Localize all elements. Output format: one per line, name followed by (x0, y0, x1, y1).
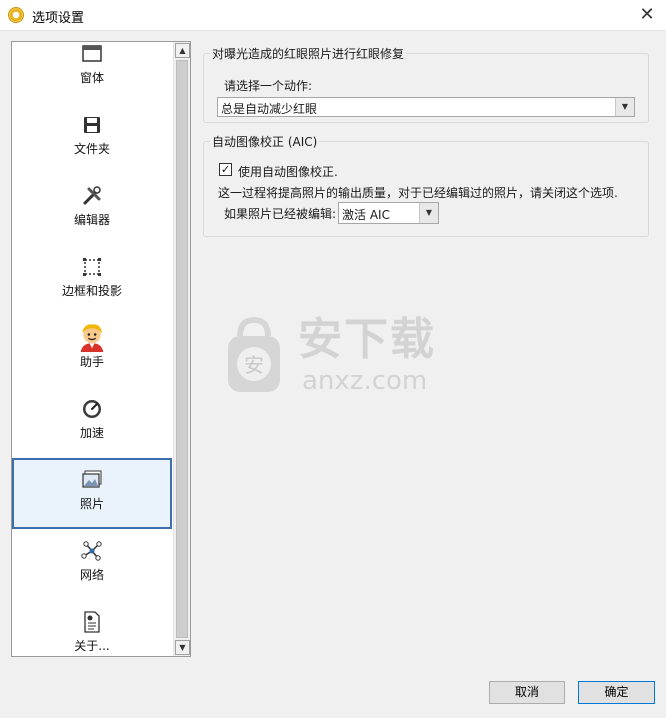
scroll-up-button[interactable]: ▲ (175, 43, 190, 58)
nav-label: 编辑器 (73, 213, 110, 227)
nav-item-folder[interactable]: 文件夹 (12, 103, 172, 174)
assistant-avatar-icon (80, 324, 104, 352)
title-bar: 选项设置 ✕ (0, 0, 666, 31)
nav-label: 边框和投影 (61, 284, 122, 298)
speedometer-icon (83, 400, 101, 418)
ok-button[interactable]: 确定 (578, 681, 655, 704)
redeye-action-select[interactable]: 总是自动减少红眼 ▼ (217, 97, 635, 117)
shield-char: 安 (244, 353, 264, 377)
aic-group-title: 自动图像校正 (AIC) (210, 133, 320, 150)
window-title: 选项设置 (32, 11, 85, 26)
nav-item-assistant[interactable]: 助手 (12, 316, 172, 387)
scroll-down-button[interactable]: ▼ (175, 640, 190, 655)
action-prompt-label: 请选择一个动作: (224, 79, 313, 93)
nav-item-editor[interactable]: 编辑器 (12, 174, 172, 245)
nav-scrollbar[interactable]: ▲ ▼ (173, 42, 190, 656)
shield-icon: 安 (228, 316, 280, 392)
nav-list: 窗体 文件夹 编辑器 边框和投影 助手 加速 照片 网络 关于... (12, 42, 172, 656)
nav-item-border-shadow[interactable]: 边框和投影 (12, 245, 172, 316)
nav-item-about[interactable]: 关于... (12, 600, 172, 656)
edited-photo-value: 激活 AIC (342, 208, 390, 222)
watermark-text-cn: 安下载 (298, 314, 436, 365)
nav-label: 助手 (79, 355, 104, 369)
tools-icon (83, 186, 101, 205)
edited-photo-select[interactable]: 激活 AIC ▼ (338, 202, 439, 224)
nav-label: 照片 (79, 497, 104, 511)
redeye-group-title: 对曝光造成的红眼照片进行红眼修复 (210, 45, 407, 62)
scroll-thumb[interactable] (176, 60, 188, 638)
photo-icon (82, 470, 102, 488)
watermark: 安 安下载 anxz.com (222, 316, 442, 400)
frame-icon (83, 258, 101, 276)
chevron-down-icon[interactable]: ▼ (419, 203, 438, 223)
nav-label: 关于... (74, 639, 110, 653)
window-icon (82, 45, 102, 62)
nav-item-speed[interactable]: 加速 (12, 387, 172, 458)
nav-label: 窗体 (79, 71, 104, 85)
options-nav-panel: 窗体 文件夹 编辑器 边框和投影 助手 加速 照片 网络 关于... ▲ ▼ (11, 41, 191, 657)
nav-item-window[interactable]: 窗体 (12, 42, 172, 103)
nav-item-network[interactable]: 网络 (12, 529, 172, 600)
nav-label: 加速 (79, 426, 104, 440)
close-button[interactable]: ✕ (636, 2, 658, 28)
redeye-action-value: 总是自动减少红眼 (221, 102, 318, 116)
edited-photo-label: 如果照片已经被编辑: (224, 207, 337, 221)
nav-label: 网络 (79, 568, 104, 582)
app-logo-icon (8, 7, 24, 23)
aic-checkbox[interactable]: ✓ (219, 163, 232, 176)
nav-item-photo[interactable]: 照片 (12, 458, 172, 529)
network-icon (81, 541, 102, 561)
cancel-button[interactable]: 取消 (489, 681, 565, 704)
watermark-text-en: anxz.com (302, 366, 428, 396)
nav-label: 文件夹 (73, 142, 110, 156)
chevron-down-icon[interactable]: ▼ (615, 98, 634, 116)
save-disk-icon (84, 117, 100, 133)
about-document-icon (84, 611, 100, 633)
aic-checkbox-label[interactable]: 使用自动图像校正. (238, 163, 338, 180)
aic-description: 这一过程将提高照片的输出质量，对于已经编辑过的照片，请关闭这个选项. (218, 186, 618, 200)
aic-group: 自动图像校正 (AIC) ✓ 使用自动图像校正. 这一过程将提高照片的输出质量，… (203, 133, 649, 237)
redeye-group: 对曝光造成的红眼照片进行红眼修复 请选择一个动作: 总是自动减少红眼 ▼ (203, 45, 649, 123)
